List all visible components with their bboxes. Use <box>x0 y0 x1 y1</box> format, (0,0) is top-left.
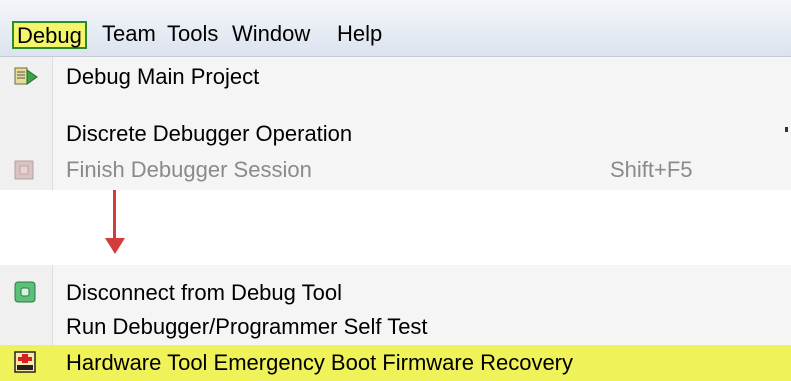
menu-item-debug-main-project[interactable]: Debug Main Project <box>0 59 791 95</box>
shortcut-text: Shift+F5 <box>610 157 693 182</box>
menu-item-emergency-boot-firmware-recovery[interactable]: Hardware Tool Emergency Boot Firmware Re… <box>0 345 791 381</box>
debug-menu-top: Debug Main Project Discrete Debugger Ope… <box>0 57 791 190</box>
menu-help[interactable]: Help <box>333 21 386 49</box>
submenu-arrow-icon <box>785 127 788 132</box>
menu-window[interactable]: Window <box>228 21 314 49</box>
menu-bar: Debug Team Tools Window Help <box>0 0 791 57</box>
annotation-arrow-head <box>105 238 125 254</box>
menu-item-finish-debugger-session: Finish Debugger Session Shift+F5 <box>0 152 791 188</box>
emergency-boot-icon <box>14 351 36 373</box>
menu-item-discrete-debugger-operation[interactable]: Discrete Debugger Operation <box>0 116 791 152</box>
menu-item-label: Finish Debugger Session <box>66 157 312 182</box>
menu-item-label: Run Debugger/Programmer Self Test <box>66 314 428 339</box>
annotation-arrow <box>113 190 116 240</box>
menu-item-label: Disconnect from Debug Tool <box>66 280 342 305</box>
debug-project-icon <box>14 67 38 85</box>
menu-item-label: Debug Main Project <box>66 64 260 89</box>
stop-icon <box>14 160 34 180</box>
debug-menu-bottom: Disconnect from Debug Tool Run Debugger/… <box>0 265 791 381</box>
menu-item-run-self-test[interactable]: Run Debugger/Programmer Self Test <box>0 309 791 345</box>
menu-team[interactable]: Team <box>98 21 160 49</box>
menu-item-label: Discrete Debugger Operation <box>66 121 353 146</box>
menu-item-disconnect-debug-tool[interactable]: Disconnect from Debug Tool <box>0 275 791 311</box>
menu-debug[interactable]: Debug <box>12 21 87 49</box>
menu-tools[interactable]: Tools <box>163 21 222 49</box>
disconnect-icon <box>14 281 36 303</box>
menu-item-label: Hardware Tool Emergency Boot Firmware Re… <box>66 350 573 375</box>
